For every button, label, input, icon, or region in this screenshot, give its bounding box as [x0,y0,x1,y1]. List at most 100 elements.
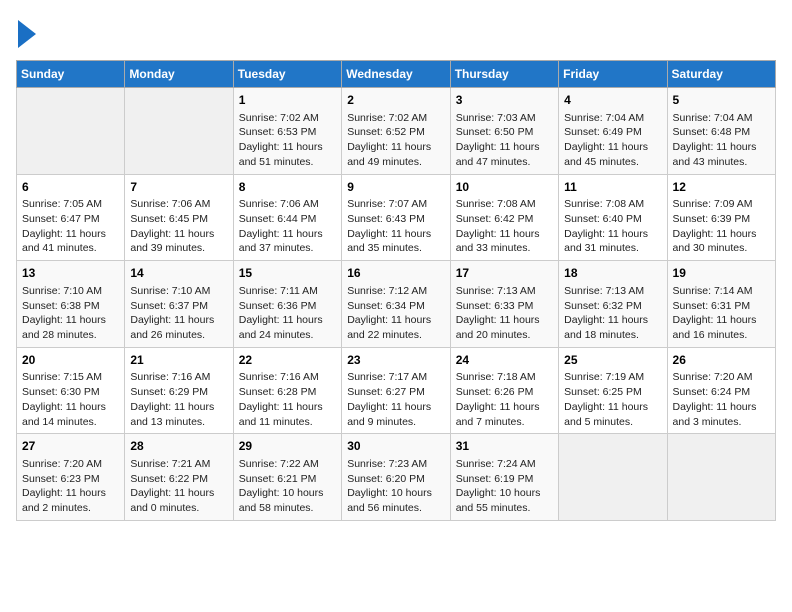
day-info-text: Daylight: 11 hours and 37 minutes. [239,227,336,256]
day-info-text: Daylight: 11 hours and 0 minutes. [130,486,227,515]
day-info-text: Sunrise: 7:11 AM [239,284,336,299]
day-info-text: Sunrise: 7:12 AM [347,284,444,299]
day-info-text: Daylight: 11 hours and 39 minutes. [130,227,227,256]
day-info-text: Sunrise: 7:05 AM [22,197,119,212]
calendar-cell: 22Sunrise: 7:16 AMSunset: 6:28 PMDayligh… [233,347,341,434]
calendar-cell: 9Sunrise: 7:07 AMSunset: 6:43 PMDaylight… [342,174,450,261]
day-info-text: Sunset: 6:33 PM [456,299,553,314]
calendar-cell: 26Sunrise: 7:20 AMSunset: 6:24 PMDayligh… [667,347,775,434]
calendar-cell: 30Sunrise: 7:23 AMSunset: 6:20 PMDayligh… [342,434,450,521]
calendar-cell: 8Sunrise: 7:06 AMSunset: 6:44 PMDaylight… [233,174,341,261]
calendar-cell: 6Sunrise: 7:05 AMSunset: 6:47 PMDaylight… [17,174,125,261]
day-info-text: Sunrise: 7:16 AM [130,370,227,385]
weekday-header: Monday [125,61,233,88]
day-number: 21 [130,352,227,369]
day-info-text: Sunrise: 7:15 AM [22,370,119,385]
day-number: 7 [130,179,227,196]
calendar-week-row: 6Sunrise: 7:05 AMSunset: 6:47 PMDaylight… [17,174,776,261]
calendar-cell: 13Sunrise: 7:10 AMSunset: 6:38 PMDayligh… [17,261,125,348]
day-number: 15 [239,265,336,282]
day-info-text: Sunrise: 7:20 AM [22,457,119,472]
day-number: 18 [564,265,661,282]
day-info-text: Sunset: 6:20 PM [347,472,444,487]
day-info-text: Sunset: 6:28 PM [239,385,336,400]
day-number: 16 [347,265,444,282]
calendar-cell: 27Sunrise: 7:20 AMSunset: 6:23 PMDayligh… [17,434,125,521]
calendar-cell: 10Sunrise: 7:08 AMSunset: 6:42 PMDayligh… [450,174,558,261]
day-info-text: Daylight: 11 hours and 9 minutes. [347,400,444,429]
day-info-text: Daylight: 11 hours and 51 minutes. [239,140,336,169]
day-info-text: Daylight: 11 hours and 5 minutes. [564,400,661,429]
day-info-text: Sunset: 6:52 PM [347,125,444,140]
day-info-text: Daylight: 11 hours and 18 minutes. [564,313,661,342]
day-info-text: Sunrise: 7:02 AM [239,111,336,126]
day-info-text: Daylight: 11 hours and 20 minutes. [456,313,553,342]
calendar-header-row: SundayMondayTuesdayWednesdayThursdayFrid… [17,61,776,88]
day-info-text: Daylight: 11 hours and 31 minutes. [564,227,661,256]
day-info-text: Sunrise: 7:10 AM [130,284,227,299]
weekday-header: Wednesday [342,61,450,88]
day-info-text: Sunset: 6:34 PM [347,299,444,314]
day-info-text: Daylight: 11 hours and 41 minutes. [22,227,119,256]
day-info-text: Sunrise: 7:22 AM [239,457,336,472]
calendar-cell: 19Sunrise: 7:14 AMSunset: 6:31 PMDayligh… [667,261,775,348]
calendar-cell: 18 Sunrise: 7:13 AMSunset: 6:32 PMDayligh… [559,261,667,348]
day-info-text: Sunset: 6:36 PM [239,299,336,314]
day-info-text: Sunrise: 7:04 AM [673,111,770,126]
weekday-header: Saturday [667,61,775,88]
day-number: 24 [456,352,553,369]
day-info-text: Sunrise: 7:13 AM [564,284,661,299]
calendar-table: SundayMondayTuesdayWednesdayThursdayFrid… [16,60,776,521]
day-number: 17 [456,265,553,282]
calendar-cell: 14Sunrise: 7:10 AMSunset: 6:37 PMDayligh… [125,261,233,348]
day-info-text: Sunrise: 7:13 AM [456,284,553,299]
weekday-header: Tuesday [233,61,341,88]
day-info-text: Sunset: 6:49 PM [564,125,661,140]
day-info-text: Sunset: 6:45 PM [130,212,227,227]
day-info-text: Sunset: 6:53 PM [239,125,336,140]
calendar-cell: 11Sunrise: 7:08 AMSunset: 6:40 PMDayligh… [559,174,667,261]
day-info-text: Daylight: 10 hours and 55 minutes. [456,486,553,515]
calendar-week-row: 27Sunrise: 7:20 AMSunset: 6:23 PMDayligh… [17,434,776,521]
day-info-text: Sunset: 6:40 PM [564,212,661,227]
day-number: 12 [673,179,770,196]
calendar-cell: 7Sunrise: 7:06 AMSunset: 6:45 PMDaylight… [125,174,233,261]
calendar-cell: 5Sunrise: 7:04 AMSunset: 6:48 PMDaylight… [667,88,775,175]
day-info-text: Sunrise: 7:06 AM [239,197,336,212]
day-number: 9 [347,179,444,196]
calendar-cell: 1Sunrise: 7:02 AMSunset: 6:53 PMDaylight… [233,88,341,175]
day-number: 3 [456,92,553,109]
day-number: 19 [673,265,770,282]
day-info-text: Sunrise: 7:19 AM [564,370,661,385]
day-info-text: Daylight: 10 hours and 58 minutes. [239,486,336,515]
day-info-text: Daylight: 10 hours and 56 minutes. [347,486,444,515]
calendar-cell [667,434,775,521]
day-info-text: Daylight: 11 hours and 22 minutes. [347,313,444,342]
logo [16,16,36,48]
day-info-text: Sunrise: 7:24 AM [456,457,553,472]
day-info-text: Sunrise: 7:23 AM [347,457,444,472]
day-info-text: Sunrise: 7:10 AM [22,284,119,299]
day-info-text: Daylight: 11 hours and 14 minutes. [22,400,119,429]
day-info-text: Sunset: 6:32 PM [564,299,661,314]
day-number: 23 [347,352,444,369]
day-info-text: Daylight: 11 hours and 7 minutes. [456,400,553,429]
day-number: 10 [456,179,553,196]
day-info-text: Daylight: 11 hours and 43 minutes. [673,140,770,169]
day-info-text: Sunset: 6:23 PM [22,472,119,487]
calendar-cell: 24Sunrise: 7:18 AMSunset: 6:26 PMDayligh… [450,347,558,434]
day-info-text: Daylight: 11 hours and 33 minutes. [456,227,553,256]
calendar-cell: 20Sunrise: 7:15 AMSunset: 6:30 PMDayligh… [17,347,125,434]
day-number: 5 [673,92,770,109]
day-info-text: Sunrise: 7:06 AM [130,197,227,212]
day-info-text: Sunrise: 7:17 AM [347,370,444,385]
day-number: 26 [673,352,770,369]
calendar-cell: 12Sunrise: 7:09 AMSunset: 6:39 PMDayligh… [667,174,775,261]
day-info-text: Sunrise: 7:14 AM [673,284,770,299]
calendar-cell: 23Sunrise: 7:17 AMSunset: 6:27 PMDayligh… [342,347,450,434]
calendar-cell [559,434,667,521]
page-header [16,16,776,48]
day-info-text: Sunset: 6:44 PM [239,212,336,227]
calendar-cell: 16 Sunrise: 7:12 AMSunset: 6:34 PMDayligh… [342,261,450,348]
calendar-cell: 31Sunrise: 7:24 AMSunset: 6:19 PMDayligh… [450,434,558,521]
